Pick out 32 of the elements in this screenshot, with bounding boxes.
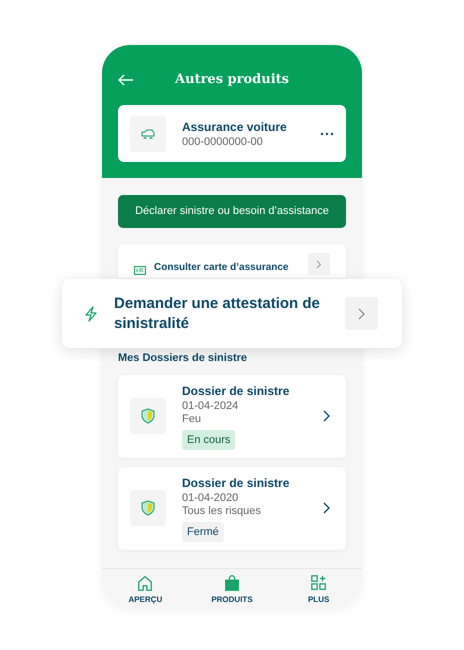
id-card-icon xyxy=(134,266,146,275)
nav-tab[interactable]: PRODUITS xyxy=(196,572,267,606)
declare-claim-button[interactable]: Déclarer sinistre ou besoin d’assistance xyxy=(118,195,346,228)
claim-date: 01-04-2020 xyxy=(182,492,240,504)
car-icon xyxy=(130,116,166,152)
claim-card[interactable]: Dossier de sinistre 01-04-2024 Feu En cours xyxy=(118,374,346,458)
claim-card[interactable]: Dossier de sinistre 01-04-2020 Tous les risques Fermé xyxy=(118,466,346,550)
attestation-label: Demander une attestation de sinistralité xyxy=(114,294,321,334)
more-icon[interactable] xyxy=(320,132,334,136)
nav-tab[interactable]: APERÇU xyxy=(110,572,180,606)
chevron-icon[interactable] xyxy=(323,410,330,422)
claim-type: Feu xyxy=(182,412,202,426)
product-name: Assurance voiture xyxy=(182,119,288,136)
policy-number: 000-0000000-00 xyxy=(182,136,264,149)
status-tag: Fermé xyxy=(182,522,224,542)
shield-icon xyxy=(130,398,166,434)
product-card[interactable]: Assurance voiture 000-0000000-00 xyxy=(118,105,346,162)
screen-title: Autres produits xyxy=(174,71,290,90)
claim-title: Dossier de sinistre xyxy=(182,382,290,400)
shield-icon xyxy=(130,490,166,526)
section-title: Mes Dossiers de sinistre xyxy=(118,351,248,366)
claim-type: Tous les risques xyxy=(182,504,262,518)
insurance-card-label: Consulter carte d’assurance xyxy=(154,261,290,275)
attestation-card[interactable]: Demander une attestation de sinistralité xyxy=(62,279,402,348)
claim-title: Dossier de sinistre xyxy=(182,474,290,492)
claim-date: 01-04-2024 xyxy=(182,400,240,412)
status-tag: En cours xyxy=(182,430,236,450)
lightning-icon xyxy=(84,306,98,322)
nav-tab[interactable]: PLUS xyxy=(284,572,354,606)
back-arrow-icon[interactable] xyxy=(118,74,134,86)
insurance-card-row[interactable]: Consulter carte d’assurance xyxy=(118,244,346,278)
chevron-icon[interactable] xyxy=(323,502,330,514)
